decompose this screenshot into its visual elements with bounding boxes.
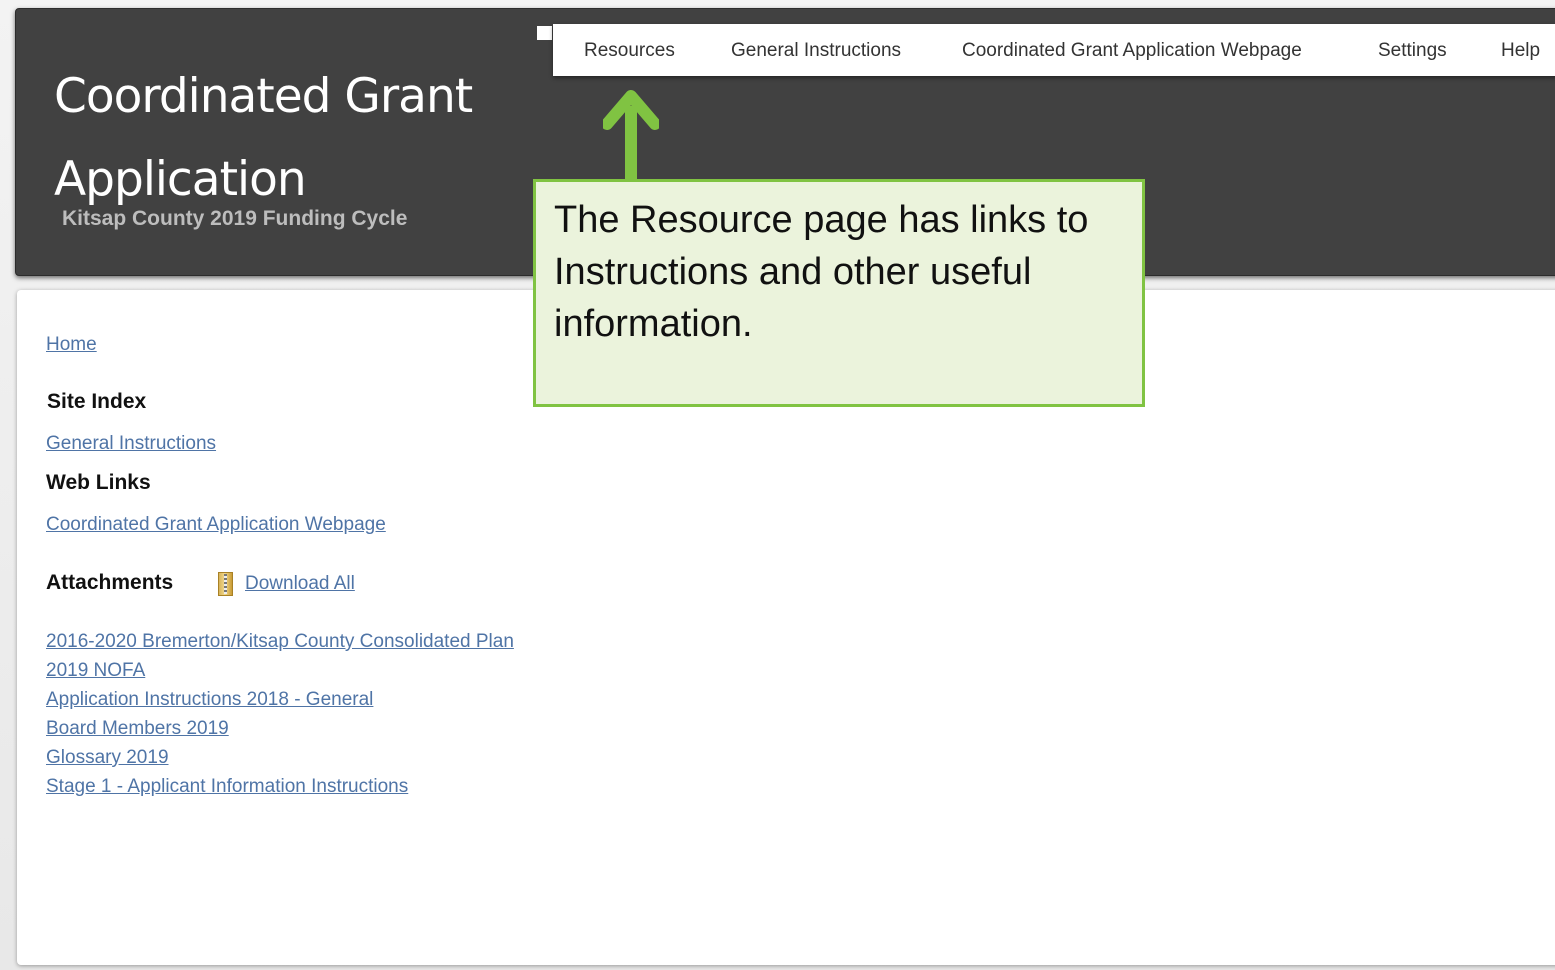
nav-item-general-instructions[interactable]: General Instructions xyxy=(731,40,901,62)
home-link[interactable]: Home xyxy=(46,334,97,356)
attachment-link[interactable]: Stage 1 - Applicant Information Instruct… xyxy=(46,776,408,798)
top-navigation: Resources General Instructions Coordinat… xyxy=(553,24,1555,76)
nav-corner-decoration xyxy=(537,26,552,40)
callout-text: The Resource page has links to Instructi… xyxy=(554,199,1089,345)
site-index-heading: Site Index xyxy=(47,390,147,413)
web-links-heading: Web Links xyxy=(46,471,151,494)
attachment-link[interactable]: 2019 NOFA xyxy=(46,660,145,682)
attachment-link[interactable]: Application Instructions 2018 - General xyxy=(46,689,373,711)
nav-item-coordinated-grant-application-webpage[interactable]: Coordinated Grant Application Webpage xyxy=(962,40,1302,62)
attachment-link[interactable]: 2016-2020 Bremerton/Kitsap County Consol… xyxy=(46,631,514,653)
coordinated-grant-application-webpage-link[interactable]: Coordinated Grant Application Webpage xyxy=(46,514,386,536)
attachment-link[interactable]: Board Members 2019 xyxy=(46,718,229,740)
tutorial-callout: The Resource page has links to Instructi… xyxy=(533,179,1145,407)
site-subtitle: Kitsap County 2019 Funding Cycle xyxy=(62,207,408,230)
zip-file-icon xyxy=(218,572,233,596)
site-title: Coordinated Grant Application xyxy=(54,69,473,207)
attachment-link[interactable]: Glossary 2019 xyxy=(46,747,169,769)
general-instructions-link[interactable]: General Instructions xyxy=(46,433,216,455)
callout-arrow-up-icon xyxy=(603,90,659,130)
nav-item-settings[interactable]: Settings xyxy=(1378,40,1447,62)
attachments-heading: Attachments xyxy=(46,571,174,594)
nav-item-resources[interactable]: Resources xyxy=(584,40,675,62)
download-all-link[interactable]: Download All xyxy=(245,573,355,595)
page: Coordinated Grant Application Kitsap Cou… xyxy=(0,0,1555,970)
nav-item-help[interactable]: Help xyxy=(1501,40,1540,62)
